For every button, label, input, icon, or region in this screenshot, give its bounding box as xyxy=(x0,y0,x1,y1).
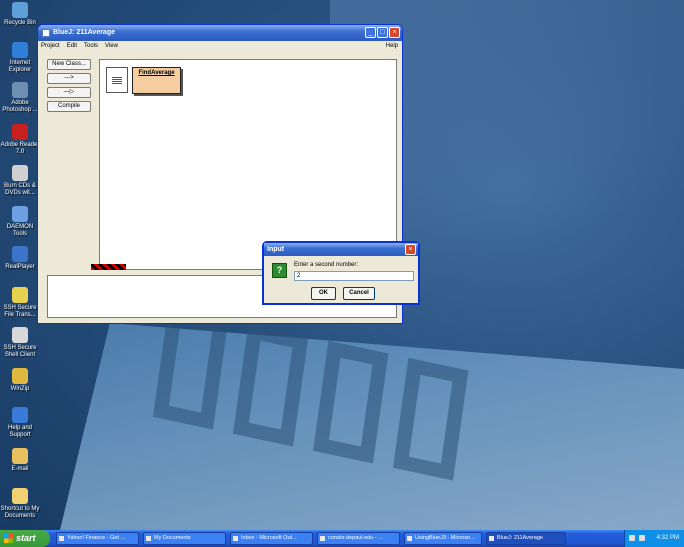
desktop-icon-ssh-file-transfer[interactable]: SSH Secure File Trans... xyxy=(0,287,40,319)
compile-button[interactable]: Compile xyxy=(47,101,91,112)
menu-help[interactable]: Help xyxy=(386,41,398,51)
photoshop-icon xyxy=(12,82,28,98)
task-bluej[interactable]: BlueJ: 211Average xyxy=(486,532,566,545)
desktop-icon-label: Adobe Reader 7.0 xyxy=(0,142,40,155)
task-my-documents[interactable]: My Documents xyxy=(143,532,226,545)
class-diagram-canvas[interactable]: FindAverage xyxy=(99,59,397,270)
start-label: start xyxy=(16,533,36,543)
desktop-icon-label: SSH Secure File Trans... xyxy=(3,305,37,318)
taskbar: start Yahoo! Finance - Get ... My Docume… xyxy=(0,530,684,547)
menu-tools[interactable]: Tools xyxy=(84,41,98,51)
cd-burner-icon xyxy=(12,165,28,181)
desktop-icon-label: Burn CDs & DVDs wit... xyxy=(4,183,36,196)
class-name: FindAverage xyxy=(138,70,175,76)
desktop-icon-help-support[interactable]: Help and Support xyxy=(0,407,40,439)
close-icon[interactable]: × xyxy=(389,27,400,38)
bluej-titlebar[interactable]: BlueJ: 211Average xyxy=(38,25,402,41)
uses-arrow-button[interactable]: ---> xyxy=(47,73,91,84)
desktop-icon-photoshop[interactable]: Adobe Photoshop ... xyxy=(0,82,40,114)
ok-button[interactable]: OK xyxy=(311,287,336,300)
internet-explorer-icon xyxy=(12,42,28,58)
daemon-tools-icon xyxy=(12,206,28,222)
desktop-icon-burn-cds[interactable]: Burn CDs & DVDs wit... xyxy=(0,165,40,197)
desktop-icon-recycle-bin[interactable]: Recycle Bin xyxy=(0,2,40,27)
my-documents-icon xyxy=(12,488,28,504)
inherits-arrow-button[interactable]: —▷ xyxy=(47,87,91,98)
class-box-findaverage[interactable]: FindAverage xyxy=(132,67,181,94)
windows-logo-icon xyxy=(4,534,13,543)
desktop-icon-label: Recycle Bin xyxy=(4,20,36,26)
tray-volume-icon[interactable] xyxy=(639,535,645,541)
cancel-button[interactable]: Cancel xyxy=(343,287,375,300)
dialog-prompt: Enter a second number: xyxy=(294,262,359,268)
task-usingbluej3[interactable]: UsingBlueJ3 - Microso... xyxy=(404,532,482,545)
desktop-icon-daemon-tools[interactable]: DAEMON Tools xyxy=(0,206,40,238)
desktop-icon-winzip[interactable]: WinZip xyxy=(0,368,40,393)
desktop-icon-internet-explorer[interactable]: Internet Explorer xyxy=(0,42,40,74)
readme-note-icon[interactable] xyxy=(106,67,128,93)
desktop-icon-label: DAEMON Tools xyxy=(6,224,34,237)
desktop-icon-adobe-reader[interactable]: Adobe Reader 7.0 xyxy=(0,124,40,156)
dashed-arrow-icon: ---> xyxy=(64,75,74,81)
email-icon xyxy=(12,448,28,464)
task-condor[interactable]: condor.depaul.edu - ... xyxy=(317,532,400,545)
adobe-reader-icon xyxy=(12,124,28,140)
task-outlook-inbox[interactable]: Inbox - Microsoft Out... xyxy=(230,532,313,545)
desktop-icon-label: RealPlayer xyxy=(5,264,35,270)
desktop-icon-label: Shortcut to My Documents xyxy=(0,506,40,519)
winzip-icon xyxy=(12,368,28,384)
desktop-icon-label: Internet Explorer xyxy=(8,60,32,73)
task-yahoo-finance[interactable]: Yahoo! Finance - Get ... xyxy=(56,532,139,545)
solid-arrow-icon: —▷ xyxy=(63,89,75,95)
machine-status-indicator xyxy=(91,264,126,270)
minimize-icon[interactable]: _ xyxy=(365,27,376,38)
recycle-bin-icon xyxy=(12,2,28,18)
menu-view[interactable]: View xyxy=(105,41,118,51)
menu-edit[interactable]: Edit xyxy=(67,41,77,51)
number-input[interactable]: 2 xyxy=(294,271,414,281)
start-button[interactable]: start xyxy=(0,530,50,547)
window-title: BlueJ: 211Average xyxy=(53,29,115,36)
dialog-title: Input xyxy=(264,243,418,256)
help-support-icon xyxy=(12,407,28,423)
tray-network-icon[interactable] xyxy=(629,535,635,541)
tool-panel: New Class... ---> —▷ Compile xyxy=(47,59,93,115)
desktop-icon-label: E-mail xyxy=(11,466,29,472)
desktop-icon-email[interactable]: E-mail xyxy=(0,448,40,473)
desktop-icon-ssh-shell[interactable]: SSH Secure Shell Client xyxy=(0,327,40,359)
maximize-icon[interactable]: □ xyxy=(377,27,388,38)
input-dialog: Input × ? Enter a second number: 2 OK Ca… xyxy=(262,241,420,305)
window-controls: _ □ × xyxy=(365,27,400,38)
desktop-icon-my-documents[interactable]: Shortcut to My Documents xyxy=(0,488,40,520)
ssh-shell-icon xyxy=(12,327,28,343)
bluej-app-icon xyxy=(42,29,50,37)
desktop-icon-label: Adobe Photoshop ... xyxy=(2,100,38,113)
question-icon: ? xyxy=(272,263,287,278)
desktop-icon-label: Help and Support xyxy=(7,425,33,438)
ssh-file-transfer-icon xyxy=(12,287,28,303)
dialog-close-icon[interactable]: × xyxy=(405,244,416,255)
desktop-icon-label: SSH Secure Shell Client xyxy=(3,345,37,358)
system-tray: 4:32 PM xyxy=(624,530,684,547)
realplayer-icon xyxy=(12,246,28,262)
menu-project[interactable]: Project xyxy=(41,41,60,51)
menu-bar: Project Edit Tools View Help xyxy=(38,41,402,51)
new-class-button[interactable]: New Class... xyxy=(47,59,91,70)
desktop-icon-realplayer[interactable]: RealPlayer xyxy=(0,246,40,271)
clock: 4:32 PM xyxy=(656,535,679,541)
desktop-icon-label: WinZip xyxy=(10,386,30,392)
